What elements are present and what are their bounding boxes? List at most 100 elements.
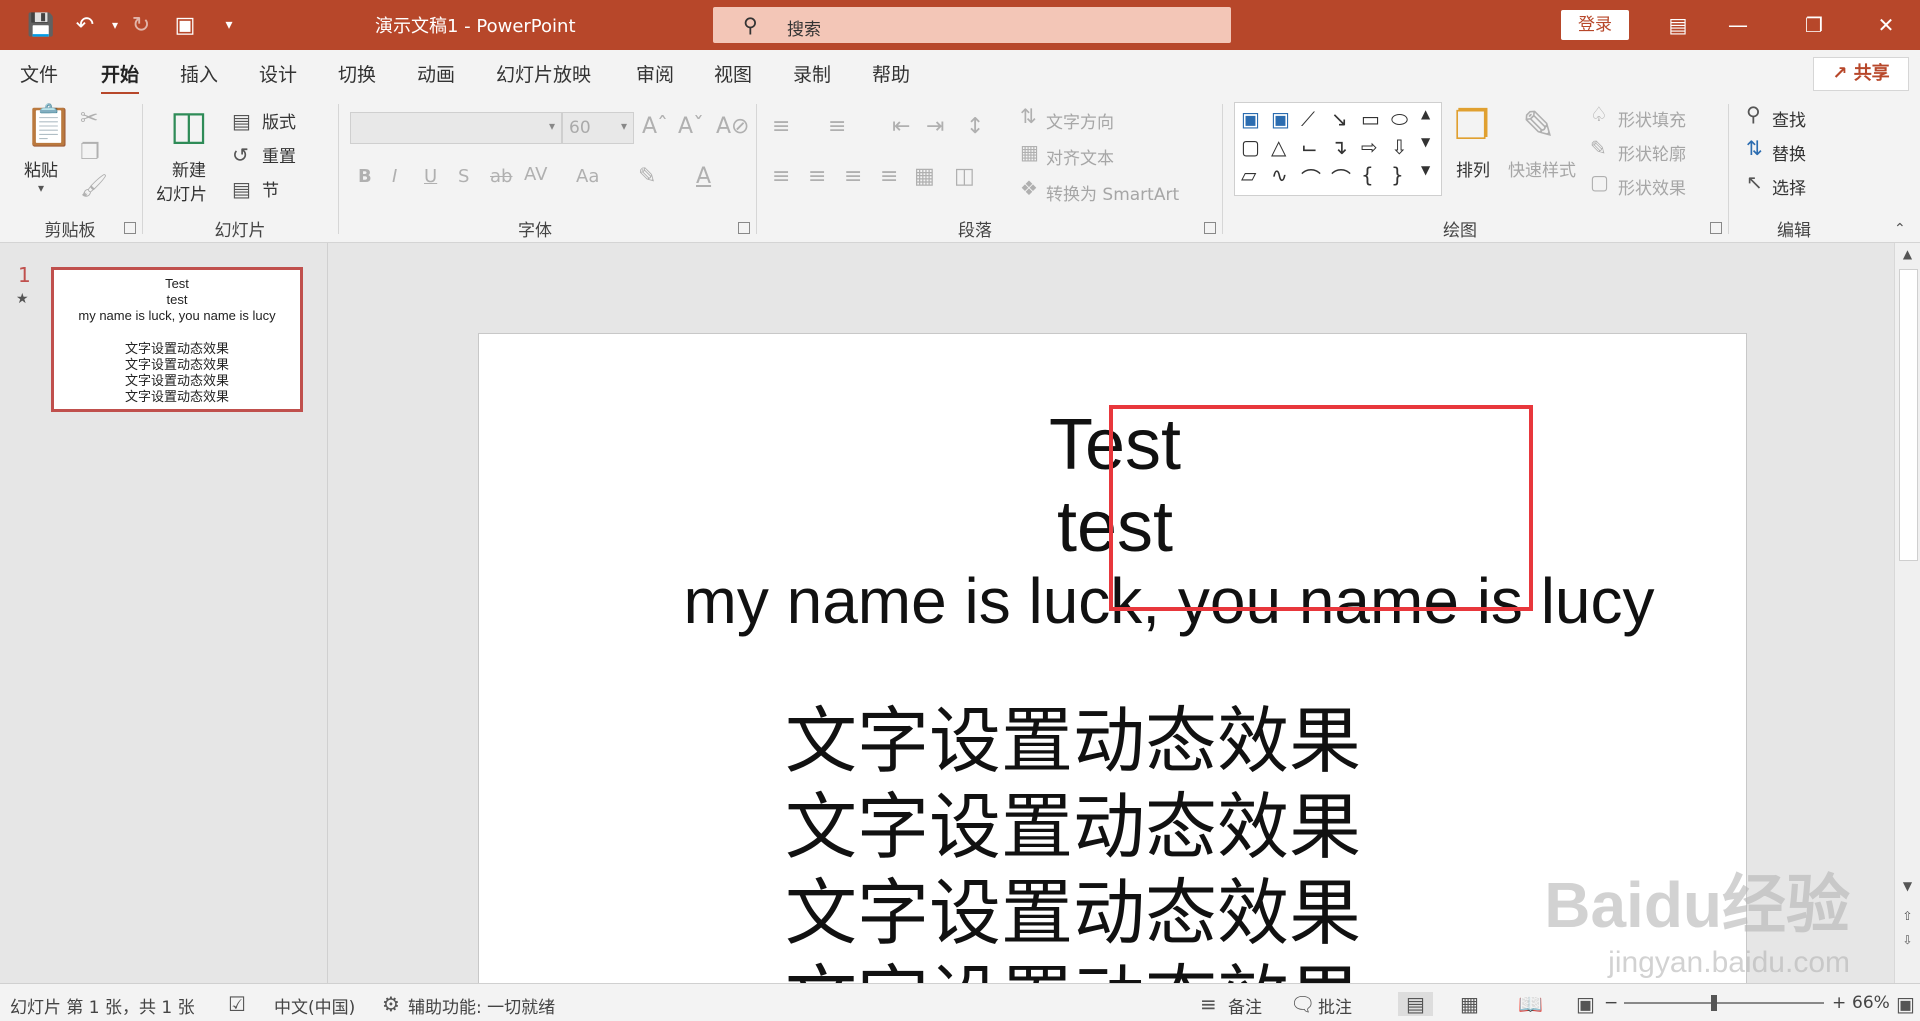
language-indicator[interactable]: 中文(中国) [274, 993, 355, 1018]
numbering-icon[interactable]: ≡ [828, 116, 846, 138]
scribble-shape-icon[interactable]: ∿ [1271, 163, 1288, 187]
convert-smartart-button[interactable]: 转换为 SmartArt [1046, 180, 1179, 205]
share-button[interactable]: ↗ 共享 [1813, 57, 1909, 91]
replace-button[interactable]: 替换 [1772, 140, 1806, 165]
new-slide-label-1[interactable]: 新建 [172, 156, 206, 181]
strikethrough-icon[interactable]: ab [490, 168, 512, 186]
columns-icon[interactable]: ◫ [954, 166, 975, 188]
tab-help[interactable]: 帮助 [872, 60, 910, 87]
quick-styles-icon[interactable]: ✎ [1522, 106, 1556, 146]
find-icon[interactable]: ⚲ [1746, 104, 1761, 124]
zoom-in-icon[interactable]: + [1832, 993, 1846, 1013]
line-shape-icon[interactable]: ⟋ [1301, 107, 1315, 131]
zoom-slider-thumb[interactable] [1711, 995, 1717, 1011]
decrease-indent-icon[interactable]: ⇤ [892, 116, 910, 138]
tab-record[interactable]: 录制 [793, 60, 831, 87]
save-icon[interactable]: 💾 [26, 11, 56, 39]
shape-outline-icon[interactable]: ✎ [1590, 138, 1607, 158]
tab-animations[interactable]: 动画 [417, 60, 455, 87]
zoom-slider[interactable] [1624, 995, 1824, 1011]
gallery-up-icon[interactable]: ▲ [1421, 107, 1430, 121]
underline-icon[interactable]: U [424, 168, 437, 186]
close-icon[interactable]: ✕ [1866, 10, 1906, 40]
previous-slide-icon[interactable]: ⇧ [1899, 909, 1916, 927]
text-direction-icon[interactable]: ⇅ [1020, 106, 1037, 126]
reset-icon[interactable]: ↺ [232, 145, 249, 165]
next-slide-icon[interactable]: ⇩ [1899, 933, 1916, 951]
comments-icon[interactable]: 🗨 [1290, 992, 1315, 1016]
zoom-out-icon[interactable]: − [1604, 993, 1618, 1013]
arrow-shape-icon[interactable]: ↘ [1331, 107, 1348, 131]
font-name-dropdown[interactable]: ▾ [350, 112, 562, 144]
tab-design[interactable]: 设计 [259, 60, 297, 87]
ribbon-display-options-icon[interactable]: ▤ [1658, 10, 1698, 40]
align-left-icon[interactable]: ≡ [772, 166, 790, 188]
login-button[interactable]: 登录 [1561, 10, 1629, 40]
new-slide-icon[interactable]: ◫ [170, 106, 208, 146]
arc-shape-icon[interactable]: ⌒ [1301, 163, 1321, 192]
paste-dropdown-icon[interactable]: ▾ [38, 182, 44, 194]
left-brace-icon[interactable]: { [1361, 163, 1374, 187]
layout-icon[interactable]: ▤ [232, 111, 251, 131]
scroll-up-icon[interactable]: ▲ [1899, 247, 1916, 265]
cut-icon[interactable]: ✂ [80, 108, 98, 130]
notes-button[interactable]: 备注 [1228, 993, 1262, 1018]
replace-icon[interactable]: ⇅ [1746, 138, 1763, 158]
collapse-ribbon-icon[interactable]: ⌃ [1894, 222, 1906, 236]
change-case-icon[interactable]: Aa [576, 168, 599, 186]
freeform-shape-icon[interactable]: ▱ [1241, 163, 1256, 187]
align-text-icon[interactable]: ▦ [1020, 142, 1039, 162]
text-direction-button[interactable]: 文字方向 [1046, 108, 1114, 133]
shape-effects-icon[interactable]: ▢ [1590, 172, 1609, 192]
text-box-icon[interactable]: ▣ [1241, 107, 1260, 131]
shape-outline-button[interactable]: 形状轮廓 [1618, 140, 1686, 165]
char-spacing-icon[interactable]: AV [524, 166, 547, 184]
quick-styles-button[interactable]: 快速样式 [1508, 156, 1576, 181]
slide-sorter-icon[interactable]: ▦ [1460, 992, 1479, 1016]
tab-review[interactable]: 审阅 [636, 60, 674, 87]
tab-home[interactable]: 开始 [101, 60, 140, 95]
font-size-dropdown[interactable]: 60 ▾ [562, 112, 634, 144]
line-spacing-icon[interactable]: ↕ [966, 116, 984, 138]
slide-thumbnail[interactable]: Test test my name is luck, you name is l… [51, 267, 303, 412]
select-icon[interactable]: ↖ [1746, 172, 1763, 192]
scroll-down-icon[interactable]: ▼ [1899, 879, 1916, 897]
vertical-scrollbar[interactable]: ▲ ▼ ⇧ ⇩ [1894, 243, 1920, 983]
redo-icon[interactable]: ↻ [126, 11, 156, 39]
arrange-button[interactable]: 排列 [1456, 156, 1490, 181]
tab-view[interactable]: 视图 [714, 60, 752, 87]
down-arrow-shape-icon[interactable]: ⇩ [1391, 135, 1408, 159]
align-text-button[interactable]: 对齐文本 [1046, 144, 1114, 169]
drawing-launcher-icon[interactable] [1710, 222, 1722, 234]
copy-icon[interactable]: ❐ [80, 142, 100, 164]
select-button[interactable]: 选择 [1772, 174, 1806, 199]
elbow-connector-icon[interactable]: ⌙ [1301, 135, 1318, 159]
slideshow-view-icon[interactable]: ▣ [1576, 992, 1595, 1016]
format-painter-icon[interactable]: 🖌 [80, 176, 108, 198]
right-brace-icon[interactable]: } [1391, 163, 1404, 187]
accessibility-icon[interactable]: ⚙ [382, 992, 400, 1016]
present-icon[interactable]: ▣ [170, 11, 200, 39]
highlight-icon[interactable]: ✎ [638, 166, 656, 188]
vertical-text-box-icon[interactable]: ▣ [1271, 107, 1290, 131]
paste-icon[interactable]: 📋 [24, 106, 74, 146]
comments-button[interactable]: 批注 [1318, 993, 1352, 1018]
tab-slideshow[interactable]: 幻灯片放映 [496, 60, 591, 87]
reading-view-icon[interactable]: 📖 [1518, 992, 1543, 1016]
tab-file[interactable]: 文件 [20, 60, 58, 87]
right-arrow-shape-icon[interactable]: ⇨ [1361, 135, 1378, 159]
section-button[interactable]: 节 [262, 176, 279, 201]
italic-icon[interactable]: I [392, 168, 397, 186]
arrange-icon[interactable]: ❐ [1454, 106, 1490, 146]
increase-indent-icon[interactable]: ⇥ [926, 116, 944, 138]
accessibility-status[interactable]: 辅助功能: 一切就绪 [408, 993, 555, 1018]
zoom-level[interactable]: 66% [1852, 993, 1890, 1013]
tab-transitions[interactable]: 切换 [338, 60, 376, 87]
bold-icon[interactable]: B [358, 168, 372, 186]
rounded-rect-shape-icon[interactable]: ▢ [1241, 135, 1260, 159]
gallery-down-icon[interactable]: ▼ [1421, 135, 1430, 149]
undo-icon[interactable]: ↶ [70, 11, 100, 39]
normal-view-icon[interactable]: ▤ [1398, 992, 1433, 1016]
clear-formatting-icon[interactable]: A⊘ [716, 116, 749, 138]
gallery-more-icon[interactable]: ▼ [1421, 163, 1430, 177]
